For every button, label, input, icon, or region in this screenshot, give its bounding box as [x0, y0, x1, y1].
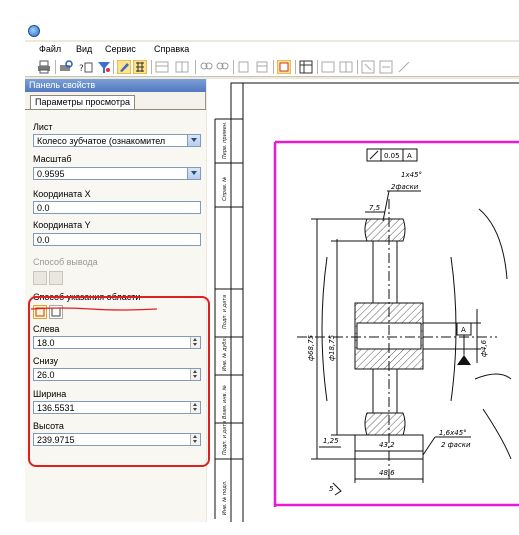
coord-y-input[interactable]: 0.0 [33, 233, 201, 246]
table-icon[interactable] [299, 60, 313, 74]
coord-x-input[interactable]: 0.0 [33, 201, 201, 214]
zoom-fit-icon[interactable] [361, 60, 375, 74]
output-mode-2-button[interactable] [49, 271, 63, 285]
gear-drawing: Перв. примен. Справ. № Подп. и дата Инв.… [214, 82, 519, 522]
print-icon[interactable] [37, 60, 51, 74]
drawing-canvas[interactable]: Перв. примен. Справ. № Подп. и дата Инв.… [207, 79, 519, 522]
sheet-select[interactable]: Колесо зубчатое (ознакомител [33, 134, 201, 147]
chevron-down-icon[interactable] [187, 168, 200, 179]
dim-diameter-outer: ф68,75 [307, 334, 315, 361]
stamp-label-7: Инв. № подл. [222, 481, 228, 516]
layout-alt-icon[interactable] [175, 60, 189, 74]
stamp-label-5: Взам. инв. № [222, 385, 228, 419]
coord-y-label: Координата Y [33, 220, 91, 230]
menu-help[interactable]: Справка [154, 44, 189, 54]
app-logo-icon [28, 25, 40, 37]
coord-x-label: Координата X [33, 189, 91, 199]
sheet-label: Лист [33, 122, 53, 132]
chamfer-bottom-note: 2 фаски [441, 441, 471, 449]
paste-sheet-icon[interactable] [255, 60, 269, 74]
zoom-window-icon[interactable] [379, 60, 393, 74]
tab-view-parameters[interactable]: Параметры просмотра [30, 95, 135, 109]
chamfer-top-note: 2фаски [391, 183, 419, 191]
menu-bar: Файл Вид Сервис Справка [25, 42, 519, 57]
datum-label: A [461, 326, 466, 334]
stamp-label-3: Подп. и дата [222, 295, 228, 329]
dim-bore: ф4,6 [480, 339, 488, 357]
edit-pencil-icon[interactable] [117, 60, 131, 74]
sheet-select-value: Колесо зубчатое (ознакомител [37, 136, 166, 146]
stamp-label-6: Подп. и дата [222, 421, 228, 455]
dim-width: 43,2 [379, 441, 395, 449]
stamp-label-4: Инв. № дубл. [222, 337, 228, 371]
grid-select-icon[interactable] [133, 60, 147, 74]
coord-y-value: 0.0 [37, 235, 50, 245]
scale-label: Масштаб [33, 154, 72, 164]
tolerance-frame: 0.05 A [366, 148, 418, 162]
sheet-layout-icon[interactable]: ? [79, 60, 93, 74]
stamp-label-1: Перв. примен. [222, 121, 228, 159]
highlight-annotation [28, 296, 210, 467]
dim-diameter-mid: ф18,75 [328, 334, 336, 361]
find-next-icon[interactable] [215, 60, 229, 74]
svg-text:?: ? [79, 64, 84, 74]
filter-icon[interactable] [97, 60, 111, 74]
output-method-label: Способ вывода [33, 257, 98, 267]
tile-alt-icon[interactable] [339, 60, 353, 74]
chamfer-top: 1х45° [401, 171, 422, 179]
menu-view[interactable]: Вид [76, 44, 92, 54]
scale-select[interactable]: 0.9595 [33, 167, 201, 180]
dim-bottom-small: 1,25 [323, 437, 339, 445]
dim-top: 7,5 [369, 204, 381, 212]
coord-x-value: 0.0 [37, 203, 50, 213]
panel-title: Панель свойств [25, 79, 206, 92]
dim-total: 48,6 [379, 469, 395, 477]
view-area-icon[interactable] [277, 60, 291, 74]
annotation-underline [31, 307, 157, 311]
pan-icon[interactable] [397, 60, 411, 74]
tolerance-datum: A [407, 152, 412, 160]
layout-icon[interactable] [155, 60, 169, 74]
print-preview-icon[interactable] [59, 60, 73, 74]
tolerance-value: 0.05 [384, 152, 400, 160]
menu-service[interactable]: Сервис [105, 44, 136, 54]
tile-icon[interactable] [321, 60, 335, 74]
copy-sheet-icon[interactable] [237, 60, 251, 74]
menu-file[interactable]: Файл [39, 44, 61, 54]
stamp-label-2: Справ. № [222, 177, 228, 201]
chamfer-bottom: 1,6х45° [439, 429, 467, 437]
scale-select-value: 0.9595 [37, 169, 65, 179]
find-icon[interactable] [199, 60, 213, 74]
title-bar [25, 22, 519, 40]
chevron-down-icon[interactable] [187, 135, 200, 146]
svg-text:5: 5 [329, 485, 334, 493]
toolbar: ? [25, 57, 519, 77]
output-mode-1-button[interactable] [33, 271, 47, 285]
